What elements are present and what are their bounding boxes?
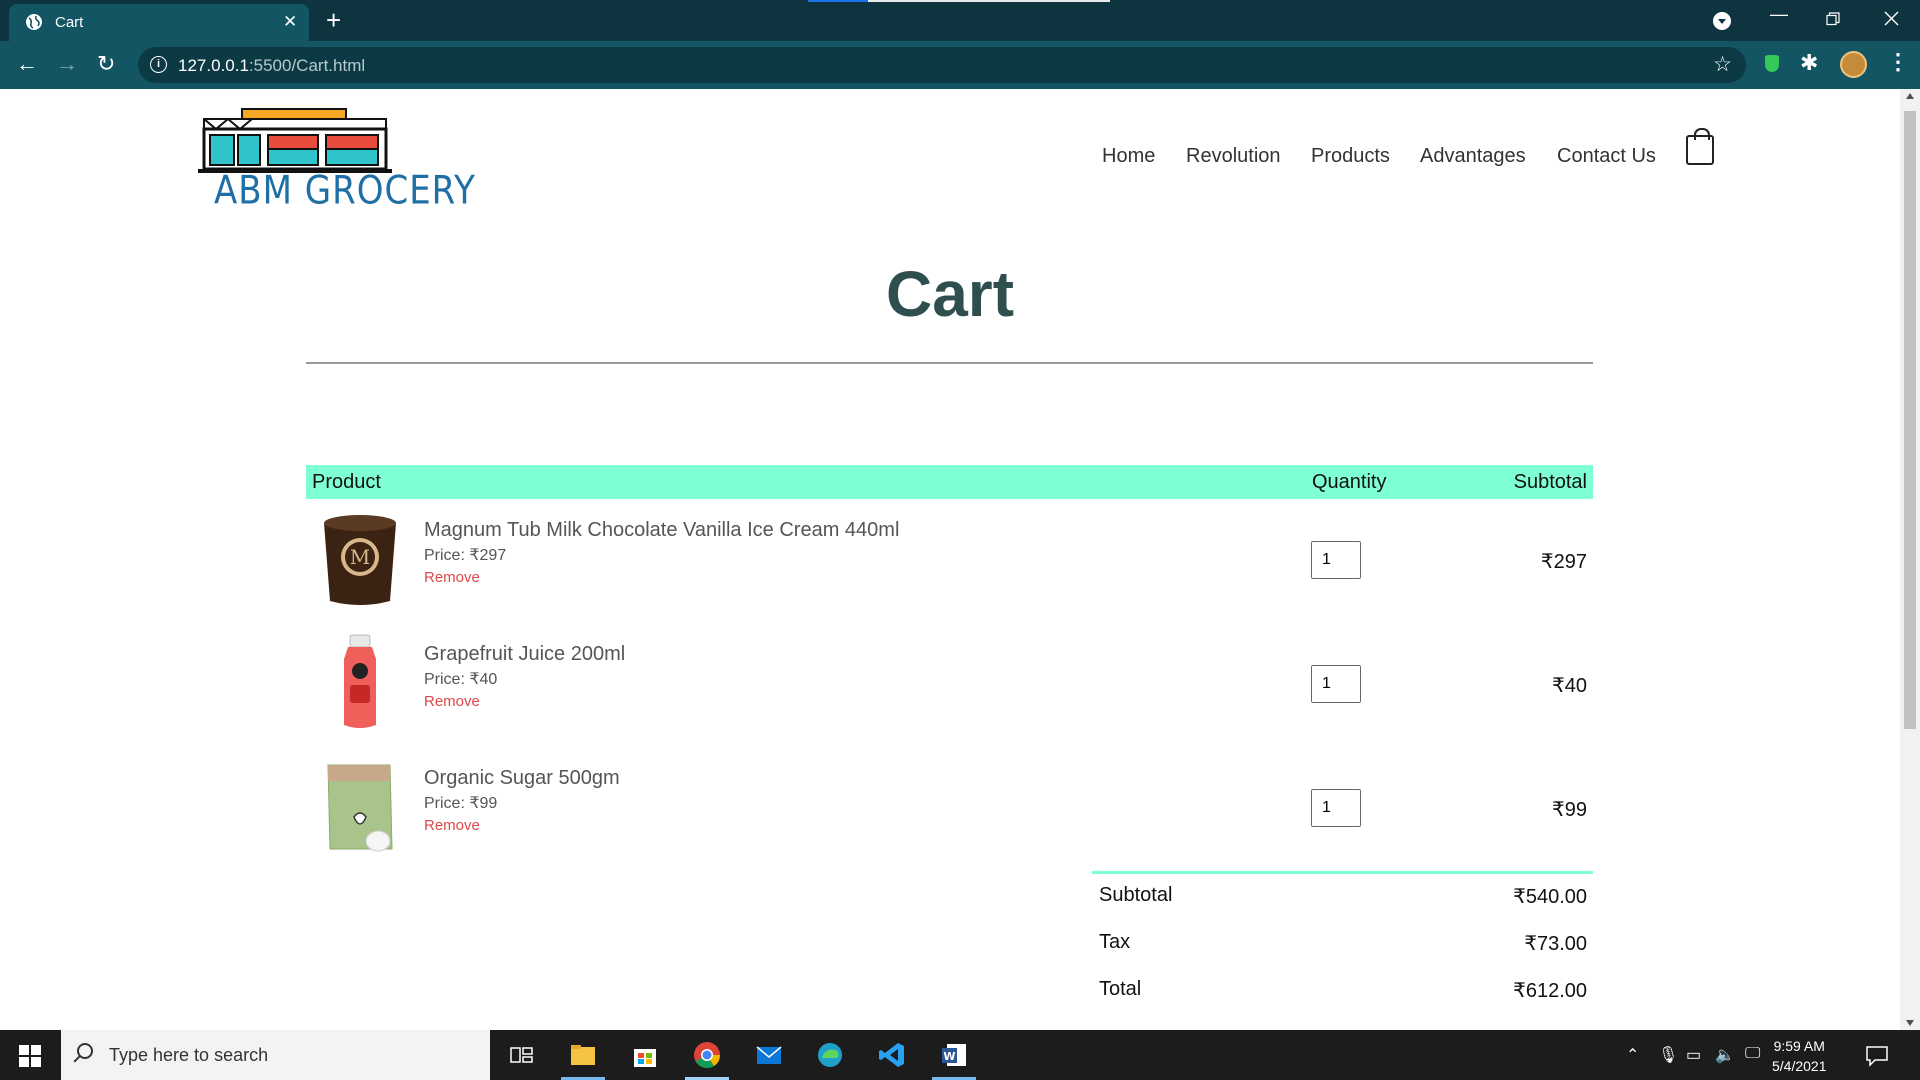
search-icon <box>77 1043 93 1059</box>
product-image-juice <box>344 634 376 728</box>
title-divider <box>306 362 1593 364</box>
volume-icon[interactable]: 🔈 <box>1715 1045 1735 1065</box>
menu-kebab-icon[interactable]: ⋮ <box>1887 49 1909 75</box>
task-view-icon[interactable] <box>506 1040 536 1070</box>
word-icon[interactable]: W <box>939 1040 969 1070</box>
shopping-bag-icon[interactable] <box>1686 128 1714 165</box>
mail-icon[interactable] <box>754 1040 784 1070</box>
product-price: Price: ₹40 <box>424 671 498 688</box>
nav-products[interactable]: Products <box>1311 145 1390 168</box>
globe-icon <box>26 14 42 30</box>
row-subtotal: ₹40 <box>1552 675 1587 697</box>
clock-date: 5/4/2021 <box>1772 1058 1827 1074</box>
product-price: Price: ₹297 <box>424 547 507 564</box>
column-subtotal: Subtotal <box>1513 471 1587 493</box>
svg-text:M: M <box>350 545 370 569</box>
remove-link[interactable]: Remove <box>424 569 480 586</box>
totals-divider <box>1092 871 1593 874</box>
nav-contact-us[interactable]: Contact Us <box>1557 145 1656 168</box>
clock-time: 9:59 AM <box>1773 1038 1825 1054</box>
remove-link[interactable]: Remove <box>424 817 480 834</box>
row-subtotal: ₹99 <box>1552 799 1587 821</box>
tax-value: ₹73.00 <box>1524 933 1587 955</box>
page-title: Cart <box>885 258 1015 330</box>
product-image-sugar <box>327 764 393 852</box>
subtotal-value: ₹540.00 <box>1513 886 1587 908</box>
logo-text: ABM GROCERY <box>214 168 476 214</box>
forward-arrow-icon[interactable]: → <box>56 51 78 77</box>
nav-revolution[interactable]: Revolution <box>1186 145 1281 168</box>
product-image-ice-cream: M <box>324 515 396 605</box>
search-placeholder: Type here to search <box>109 1045 269 1065</box>
column-quantity: Quantity <box>1312 471 1387 493</box>
cart-row: M Magnum Tub Milk Chocolate Vanilla Ice … <box>306 509 1593 633</box>
minimize-icon[interactable]: — <box>1770 4 1788 25</box>
product-name: Grapefruit Juice 200ml <box>424 643 626 665</box>
tab-search-icon[interactable] <box>1713 12 1731 30</box>
windows-taskbar: Type here to search W ⌃ 🎙 ▭ 🔈 🖵 9:59 AM <box>0 1030 1920 1080</box>
url-text: 127.0.0.1:5500/Cart.html <box>178 56 366 75</box>
quantity-input[interactable] <box>1311 541 1361 579</box>
cart-table-header: Product Quantity Subtotal <box>306 465 1593 499</box>
windows-start-icon[interactable] <box>19 1045 41 1067</box>
new-tab-button[interactable]: + <box>326 5 341 36</box>
restore-icon[interactable] <box>1826 12 1840 26</box>
site-info-icon[interactable]: i <box>150 56 167 73</box>
cart-row: Grapefruit Juice 200ml Price: ₹40 Remove… <box>306 633 1593 757</box>
microphone-icon[interactable]: 🎙 <box>1658 1045 1678 1065</box>
browser-toolbar: ← → ↻ i 127.0.0.1:5500/Cart.html ☆ ✱ ⋮ <box>0 41 1920 89</box>
total-value: ₹612.00 <box>1513 980 1587 1002</box>
show-hidden-icons-icon[interactable]: ⌃ <box>1626 1045 1639 1065</box>
store-icon[interactable] <box>630 1040 660 1070</box>
notifications-icon[interactable] <box>1862 1040 1892 1070</box>
browser-tab-bar: Cart ✕ + — <box>0 0 1920 41</box>
bookmark-star-icon[interactable]: ☆ <box>1713 52 1732 77</box>
close-window-icon[interactable] <box>1884 11 1899 26</box>
quantity-input[interactable] <box>1311 789 1361 827</box>
scroll-down-icon[interactable] <box>1906 1020 1914 1026</box>
back-arrow-icon[interactable]: ← <box>16 51 38 77</box>
cart-totals: Subtotal ₹540.00 Tax ₹73.00 Total ₹612.0… <box>1092 871 1593 1002</box>
total-label: Total <box>1099 978 1142 1000</box>
profile-avatar[interactable] <box>1840 51 1867 78</box>
page-viewport: ABM GROCERY Home Revolution Products Adv… <box>0 89 1900 1030</box>
battery-icon[interactable]: ▭ <box>1686 1045 1701 1065</box>
product-name: Organic Sugar 500gm <box>424 767 620 789</box>
tax-label: Tax <box>1099 931 1131 953</box>
vscode-icon[interactable] <box>877 1040 907 1070</box>
scrollbar-thumb[interactable] <box>1904 111 1916 729</box>
close-tab-icon[interactable]: ✕ <box>283 12 297 32</box>
tab-title: Cart <box>55 14 84 31</box>
page-scrollbar[interactable] <box>1900 89 1920 1030</box>
nav-home[interactable]: Home <box>1102 145 1155 168</box>
subtotal-label: Subtotal <box>1099 884 1173 906</box>
extensions-puzzle-icon[interactable]: ✱ <box>1800 50 1818 76</box>
column-product: Product <box>312 471 381 493</box>
cart-row: Organic Sugar 500gm Price: ₹99 Remove ₹9… <box>306 757 1593 881</box>
taskbar-search[interactable]: Type here to search <box>61 1030 490 1080</box>
chrome-icon[interactable] <box>692 1040 722 1070</box>
row-subtotal: ₹297 <box>1540 551 1587 573</box>
edge-icon[interactable] <box>815 1040 845 1070</box>
product-name: Magnum Tub Milk Chocolate Vanilla Ice Cr… <box>424 519 900 541</box>
address-bar[interactable]: i 127.0.0.1:5500/Cart.html ☆ <box>138 47 1746 83</box>
loading-progress <box>808 0 1110 2</box>
scroll-up-icon[interactable] <box>1906 93 1914 99</box>
svg-text:W: W <box>943 1050 955 1063</box>
browser-tab[interactable]: Cart ✕ <box>9 4 309 41</box>
reload-icon[interactable]: ↻ <box>97 51 115 77</box>
quantity-input[interactable] <box>1311 665 1361 703</box>
network-icon[interactable]: 🖵 <box>1745 1045 1760 1063</box>
product-price: Price: ₹99 <box>424 795 498 812</box>
shield-extension-icon[interactable] <box>1765 55 1779 72</box>
nav-advantages[interactable]: Advantages <box>1420 145 1526 168</box>
system-clock[interactable]: 9:59 AM 5/4/2021 <box>1772 1036 1827 1076</box>
remove-link[interactable]: Remove <box>424 693 480 710</box>
file-explorer-icon[interactable] <box>568 1040 598 1070</box>
